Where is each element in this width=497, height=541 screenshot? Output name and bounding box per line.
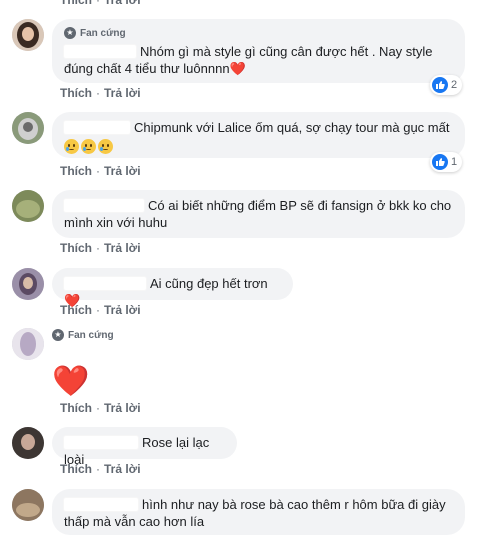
avatar[interactable] [12,489,44,521]
like-link[interactable]: Thích [60,164,92,178]
reply-link[interactable]: Trả lời [104,241,141,255]
comment-bubble: Rose lại lạc loài [52,427,237,467]
author-name[interactable] [52,345,130,361]
like-icon [432,154,448,170]
comment-actions: Thích · Trả lời [60,241,141,255]
avatar[interactable] [12,427,44,459]
like-link[interactable]: Thích [60,303,92,317]
comment-bubble: Có ai biết những điểm BP sẽ đi fansign ở… [52,190,465,238]
author-name[interactable] [64,436,138,449]
comment-actions: Thích · Trả lời [60,401,141,415]
comment-bubble: Chipmunk với Lalice ốm quá, sợ chạy tour… [52,112,465,158]
like-link[interactable]: Thích [60,241,92,255]
crying-face-icon [64,139,79,154]
reply-link[interactable]: Trả lời [104,401,141,415]
like-icon [432,77,448,93]
badge-top-fan: ★ Fan cứng [52,328,130,342]
reply-link[interactable]: Trả lời [104,0,141,7]
comment-bubble: Ai cũng đẹp hết trơn ❤️ [52,268,293,308]
crying-face-icon [98,139,113,154]
comment-bubble: hình như nay bà rose bà cao thêm r hôm b… [52,489,465,535]
comment-actions: Thích · Trả lời [60,303,141,317]
author-name[interactable] [64,121,130,134]
comment-actions: Thích · Trả lời [60,164,141,178]
like-link[interactable]: Thích [60,401,92,415]
comment-actions: Thích · Trả lời [60,462,141,476]
avatar[interactable] [12,190,44,222]
badge-top-fan: ★ Fan cứng [64,26,453,40]
comment-actions: Thích · Trả lời [60,86,141,100]
emoji-row [64,138,453,155]
star-badge-icon: ★ [64,27,76,39]
avatar[interactable] [12,112,44,144]
comment-bubble: ★ Fan cứng Nhóm gì mà style gì cũng cân … [52,19,465,83]
comment-body: ★ Fan cứng ❤️ [52,328,130,399]
reply-link[interactable]: Trả lời [104,303,141,317]
avatar[interactable] [12,328,44,360]
like-link[interactable]: Thích [60,462,92,476]
author-name[interactable] [64,498,138,511]
reply-link[interactable]: Trả lời [104,164,141,178]
author-name[interactable] [64,277,146,290]
comment-actions-prev: Thích · Trả lời [60,0,141,7]
comment-text: Ai cũng đẹp hết trơn [150,276,268,291]
reaction-count[interactable]: 1 [430,152,463,172]
big-heart-emoji: ❤️ [52,365,90,398]
heart-emoji: ❤️ [229,61,246,76]
like-link[interactable]: Thích [60,86,92,100]
like-link[interactable]: Thích [60,0,92,7]
comment-text: Chipmunk với Lalice ốm quá, sợ chạy tour… [134,120,450,135]
author-name[interactable] [64,45,136,58]
avatar[interactable] [12,268,44,300]
reply-link[interactable]: Trả lời [104,86,141,100]
star-badge-icon: ★ [52,329,64,341]
reaction-count[interactable]: 2 [430,75,463,95]
author-name[interactable] [64,199,144,212]
reply-link[interactable]: Trả lời [104,462,141,476]
avatar[interactable] [12,19,44,51]
crying-face-icon [81,139,96,154]
